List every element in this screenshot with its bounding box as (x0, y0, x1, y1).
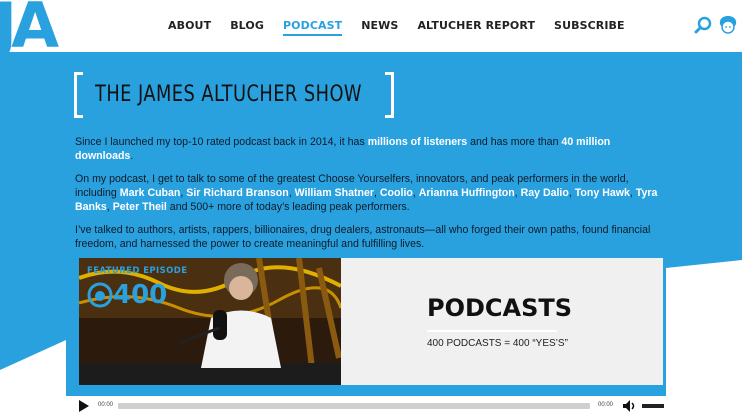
play-icon[interactable] (79, 400, 89, 412)
guest-link[interactable]: William Shatner (295, 187, 374, 199)
duration-time: 00:00 (598, 402, 614, 408)
progress-bar[interactable] (118, 403, 590, 409)
episode-photo (79, 258, 341, 385)
intro-paragraph-2: On my podcast, I get to talk to some of … (75, 173, 658, 213)
intro-text: Since I launched my top-10 rated podcast… (75, 135, 665, 260)
guest-link[interactable]: Peter Theil (113, 201, 167, 213)
page-title: THE JAMES ALTUCHER SHOW (95, 82, 362, 107)
text-span: Since I launched my top-10 rated podcast… (75, 136, 368, 148)
volume-slider[interactable] (642, 404, 664, 408)
guest-link[interactable]: Arianna Huffington (419, 187, 515, 199)
site-logo[interactable]: JA (0, 0, 78, 54)
highlight-millions: millions of listeners (367, 136, 468, 148)
text-span: and has more than (467, 136, 562, 148)
top-navigation-bar: JA ABOUT BLOG PODCAST NEWS ALTUCHER REPO… (0, 0, 742, 54)
logo-text: JA (0, 0, 59, 54)
card-title: PODCASTS (427, 294, 573, 322)
episode-number: 400 (113, 280, 168, 310)
text-span: and 500+ more of today’s leading peak pe… (166, 201, 410, 213)
search-icon[interactable] (694, 16, 712, 34)
nav-podcast[interactable]: PODCAST (282, 19, 343, 36)
intro-paragraph-3: I’ve talked to authors, artists, rappers… (75, 224, 651, 250)
volume-icon[interactable] (622, 399, 636, 413)
guest-link[interactable]: Tony Hawk (575, 187, 630, 199)
intro-paragraph-1: Since I launched my top-10 rated podcast… (75, 135, 665, 163)
audio-player: 00:00 00:00 (66, 396, 742, 416)
card-subtitle: 400 PODCASTS = 400 “YES’S” (427, 338, 568, 349)
nav-about[interactable]: ABOUT (168, 19, 211, 36)
show-title-frame: THE JAMES ALTUCHER SHOW (74, 72, 394, 118)
episode-badge-icon (87, 282, 113, 308)
nav-subscribe[interactable]: SUBSCRIBE (554, 19, 625, 36)
nav-news[interactable]: NEWS (361, 19, 398, 36)
podcasts-card[interactable]: FEATURED EPISODE 400 PODCASTS 400 PODCAS… (76, 258, 666, 388)
avatar-icon[interactable] (718, 15, 738, 35)
guest-link[interactable]: Coolio (380, 187, 413, 199)
nav-altucher-report[interactable]: ALTUCHER REPORT (417, 19, 535, 36)
guest-link[interactable]: Mark Cuban (120, 187, 181, 199)
main-nav: ABOUT BLOG PODCAST NEWS ALTUCHER REPORT … (168, 19, 644, 36)
featured-episode-label: FEATURED EPISODE (87, 266, 188, 276)
divider (427, 330, 557, 332)
guest-link[interactable]: Sir Richard Branson (186, 187, 288, 199)
guest-link[interactable]: Ray Dalio (521, 187, 569, 199)
text-span: . (130, 150, 134, 162)
current-time: 00:00 (98, 402, 114, 408)
nav-blog[interactable]: BLOG (230, 19, 264, 36)
featured-episode-image[interactable]: FEATURED EPISODE 400 (79, 258, 341, 385)
